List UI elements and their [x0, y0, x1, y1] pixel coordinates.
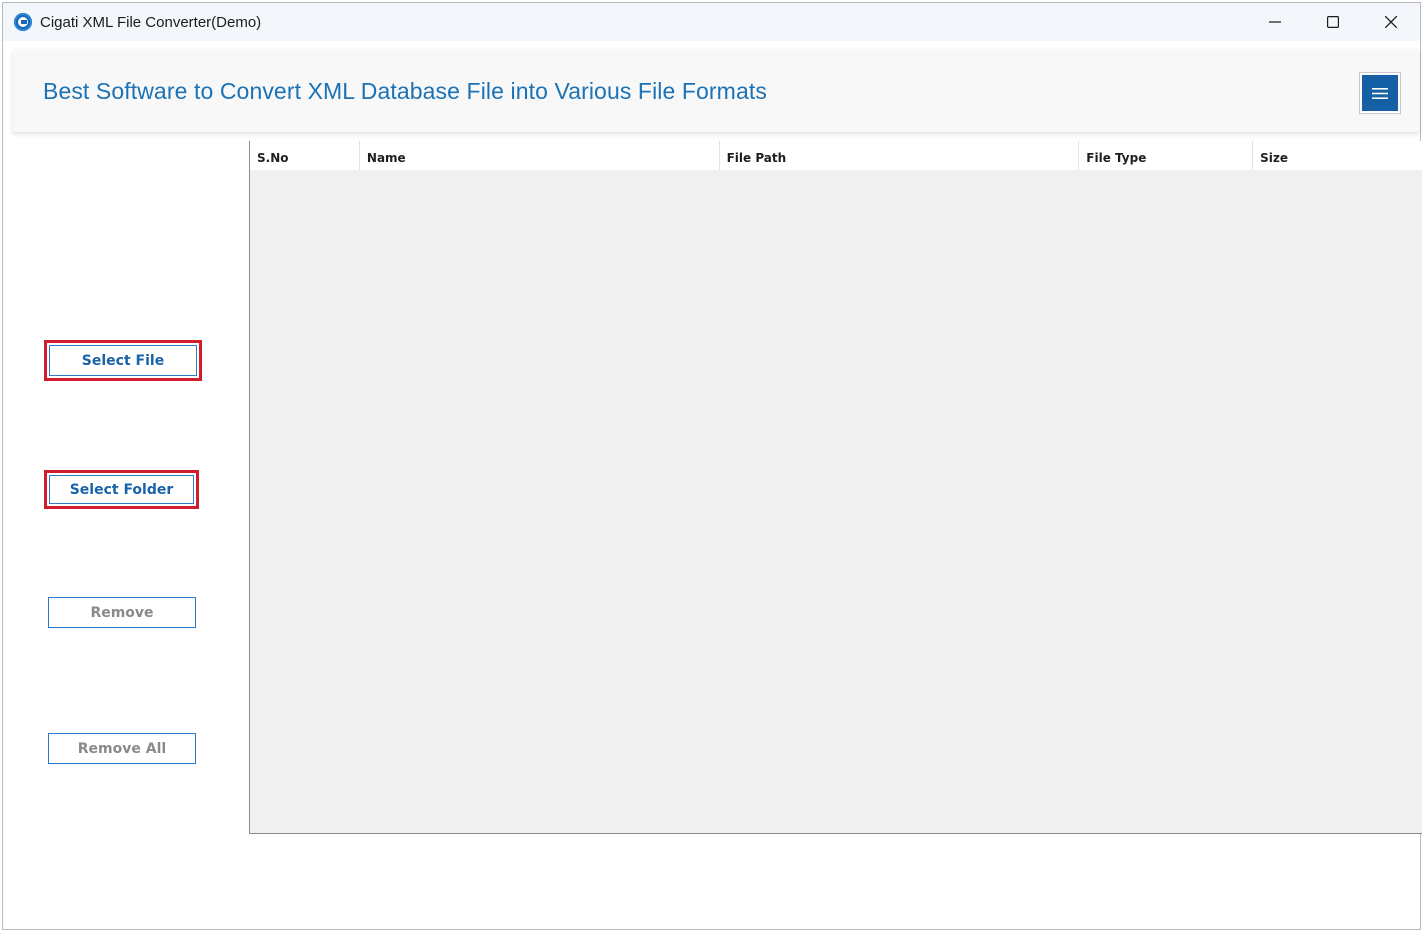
minimize-icon	[1269, 21, 1281, 23]
file-table[interactable]: S.No Name File Path File Type Size	[249, 141, 1422, 834]
minimize-button[interactable]	[1246, 3, 1304, 41]
column-header-file-path[interactable]: File Path	[720, 141, 1080, 170]
column-header-sno[interactable]: S.No	[250, 141, 360, 170]
window-title: Cigati XML File Converter(Demo)	[40, 13, 262, 31]
menu-button[interactable]	[1359, 72, 1401, 114]
close-button[interactable]	[1362, 3, 1420, 41]
app-logo-icon	[14, 13, 32, 31]
table-header: S.No Name File Path File Type Size	[250, 141, 1422, 170]
header-banner: Best Software to Convert XML Database Fi…	[13, 50, 1419, 132]
menu-button-face	[1362, 75, 1398, 111]
column-header-file-type[interactable]: File Type	[1079, 141, 1254, 170]
remove-all-button[interactable]: Remove All	[48, 733, 196, 764]
select-file-button[interactable]: Select File	[49, 345, 197, 376]
page-title: Best Software to Convert XML Database Fi…	[43, 78, 767, 104]
select-folder-button[interactable]: Select Folder	[49, 475, 194, 504]
remove-button[interactable]: Remove	[48, 597, 196, 628]
column-header-name[interactable]: Name	[360, 141, 720, 170]
maximize-button[interactable]	[1304, 3, 1362, 41]
hamburger-menu-icon	[1372, 87, 1388, 99]
close-icon	[1385, 16, 1397, 28]
title-bar[interactable]: Cigati XML File Converter(Demo)	[3, 3, 1420, 41]
maximize-icon	[1327, 16, 1339, 28]
window-controls	[1246, 3, 1420, 41]
column-header-size[interactable]: Size	[1253, 141, 1422, 170]
app-window: Cigati XML File Converter(Demo) Best Sof…	[2, 2, 1422, 930]
